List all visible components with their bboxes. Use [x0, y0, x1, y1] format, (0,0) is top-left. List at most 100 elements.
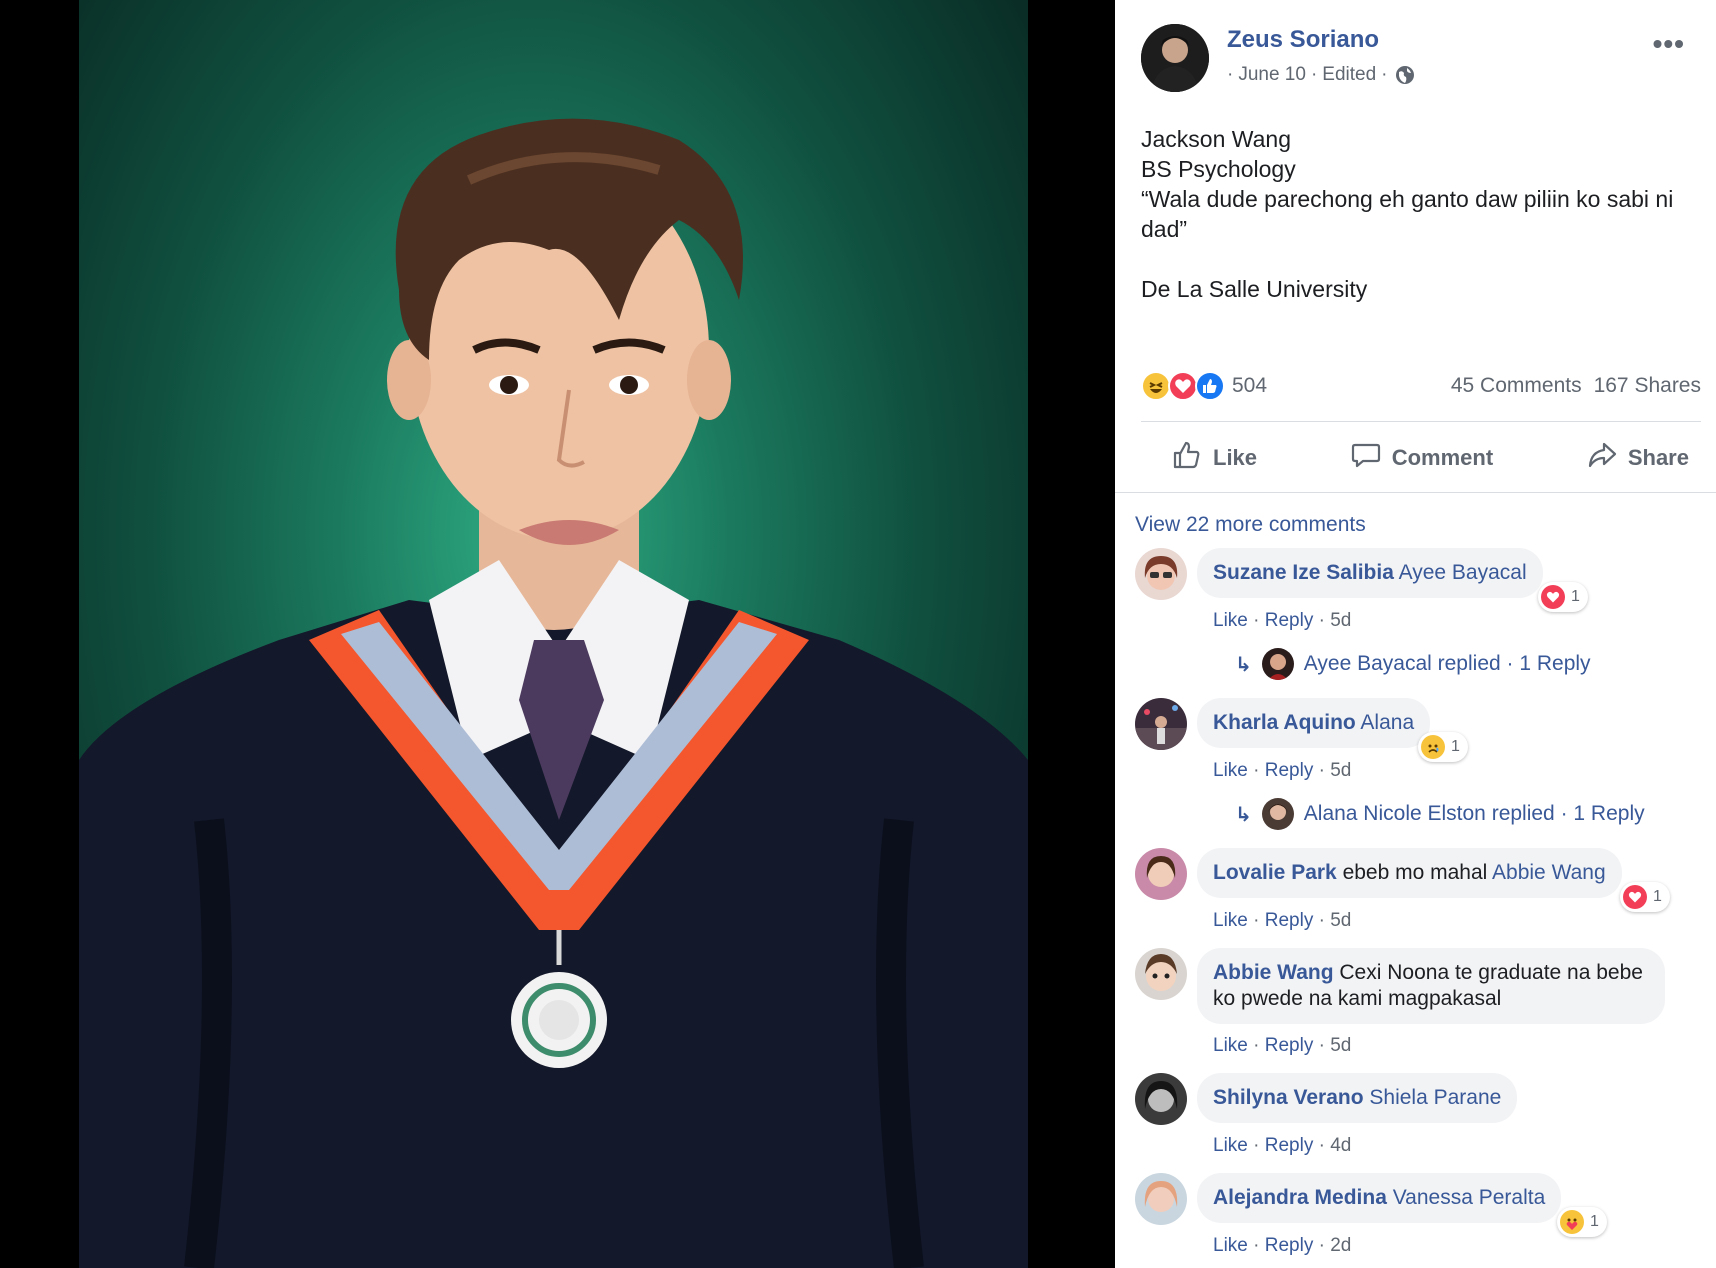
comment-tag[interactable]: Vanessa Peralta	[1393, 1186, 1546, 1209]
comment-reaction-badge[interactable]: 1	[1557, 1207, 1607, 1237]
shares-count[interactable]: 167 Shares	[1594, 374, 1701, 398]
avatar[interactable]	[1135, 948, 1187, 1000]
graduation-portrait-illustration	[79, 118, 1028, 1268]
reactions-summary[interactable]: 504	[1141, 371, 1267, 401]
comment: Abbie Wang Cexi Noona te graduate na beb…	[1135, 948, 1705, 1058]
avatar[interactable]	[1135, 698, 1187, 750]
love-icon	[1623, 885, 1647, 909]
sep: ·	[1253, 910, 1260, 931]
comment-reply-link[interactable]: Reply	[1265, 760, 1314, 781]
comment-time[interactable]: 4d	[1330, 1135, 1351, 1156]
view-more-comments-link[interactable]: View 22 more comments	[1135, 513, 1366, 537]
author-name[interactable]: Zeus Soriano	[1227, 26, 1379, 54]
comment-text: ebeb mo mahal	[1342, 861, 1488, 884]
comment-time[interactable]: 5d	[1330, 910, 1351, 931]
sep: ·	[1318, 910, 1325, 931]
comment-like-link[interactable]: Like	[1213, 1235, 1248, 1256]
stats-counts: 45 Comments 167 Shares	[1451, 374, 1701, 398]
view-replies-link[interactable]: ↳ Ayee Bayacal replied · 1 Reply	[1235, 648, 1591, 680]
more-options-button[interactable]: •••	[1653, 28, 1685, 60]
share-label: Share	[1627, 445, 1689, 470]
comment-tag[interactable]: Abbie Wang	[1492, 861, 1606, 884]
divider	[1141, 421, 1701, 422]
reaction-count: 1	[1451, 738, 1460, 755]
comment-tag[interactable]: Ayee Bayacal	[1399, 561, 1527, 584]
share-button[interactable]: Share	[1586, 439, 1689, 477]
sep: ·	[1253, 760, 1260, 781]
comment-reaction-badge[interactable]: 1	[1538, 582, 1588, 612]
comment-reaction-badge[interactable]: 1	[1418, 732, 1468, 762]
post-photo[interactable]	[79, 0, 1028, 1268]
sep: ·	[1253, 610, 1260, 631]
globe-icon[interactable]	[1395, 65, 1415, 85]
comment-time[interactable]: 5d	[1330, 610, 1351, 631]
post-line	[1141, 244, 1681, 274]
comment-author[interactable]: Lovalie Park	[1213, 861, 1337, 884]
sep: ·	[1253, 1135, 1260, 1156]
replies-label: Ayee Bayacal replied · 1 Reply	[1303, 652, 1591, 675]
comment-tag[interactable]: Shiela Parane	[1369, 1086, 1501, 1109]
comment-reply-link[interactable]: Reply	[1265, 1035, 1314, 1056]
comment-actions: Like · Reply · 4d	[1213, 1135, 1351, 1157]
author-avatar[interactable]	[1141, 24, 1209, 92]
reply-arrow-icon: ↳	[1235, 803, 1252, 826]
comment-actions: Like · Reply · 5d	[1213, 910, 1351, 932]
post-line: De La Salle University	[1141, 276, 1368, 302]
sad-icon	[1421, 735, 1445, 759]
avatar	[1261, 798, 1294, 830]
comment-like-link[interactable]: Like	[1213, 910, 1248, 931]
comment-reply-link[interactable]: Reply	[1265, 910, 1314, 931]
avatar[interactable]	[1135, 848, 1187, 900]
avatar[interactable]	[1135, 1073, 1187, 1125]
comment-reaction-badge[interactable]: 1	[1620, 882, 1670, 912]
like-label: Like	[1213, 445, 1258, 470]
reply-arrow-icon: ↳	[1235, 653, 1252, 676]
sep: ·	[1318, 1135, 1325, 1156]
comment-like-link[interactable]: Like	[1213, 1035, 1248, 1056]
comment-label: Comment	[1391, 445, 1494, 470]
post-header: Zeus Soriano · June 10 · Edited · •••	[1141, 24, 1701, 94]
post-line: BS Psychology	[1141, 156, 1296, 182]
share-icon	[1586, 439, 1618, 477]
comment-author[interactable]: Alejandra Medina	[1213, 1186, 1387, 1209]
meta-sep: ·	[1227, 64, 1234, 85]
comment: Lovalie Park ebeb mo mahal Abbie Wang 1 …	[1135, 848, 1705, 931]
comment: Shilyna Verano Shiela Parane Like · Repl…	[1135, 1073, 1705, 1156]
sep: ·	[1318, 760, 1325, 781]
comment-time[interactable]: 2d	[1330, 1235, 1351, 1256]
comment-bubble: Abbie Wang Cexi Noona te graduate na beb…	[1197, 948, 1665, 1024]
reaction-count[interactable]: 504	[1232, 374, 1267, 398]
comment-actions: Like · Reply · 5d	[1213, 610, 1351, 632]
edited-label[interactable]: Edited	[1322, 64, 1376, 86]
sep: ·	[1253, 1235, 1260, 1256]
comment-reply-link[interactable]: Reply	[1265, 1135, 1314, 1156]
like-icon	[1171, 439, 1203, 477]
comment-author[interactable]: Kharla Aquino	[1213, 711, 1356, 734]
sep: ·	[1318, 610, 1325, 631]
comment-like-link[interactable]: Like	[1213, 760, 1248, 781]
comments-count[interactable]: 45 Comments	[1451, 374, 1582, 398]
comment-bubble: Lovalie Park ebeb mo mahal Abbie Wang	[1197, 848, 1622, 898]
avatar[interactable]	[1135, 548, 1187, 600]
avatar	[1261, 648, 1294, 680]
post-side-panel: Zeus Soriano · June 10 · Edited · ••• Ja…	[1115, 0, 1716, 1268]
comment-button[interactable]: Comment	[1350, 439, 1493, 477]
view-replies-link[interactable]: ↳ Alana Nicole Elston replied · 1 Reply	[1235, 798, 1645, 830]
comment-like-link[interactable]: Like	[1213, 610, 1248, 631]
post-date[interactable]: June 10	[1238, 64, 1306, 86]
comment-bubble: Kharla Aquino Alana	[1197, 698, 1431, 748]
meta-sep: ·	[1381, 64, 1388, 85]
comment-tag[interactable]: Alana	[1360, 711, 1414, 734]
comment-author[interactable]: Shilyna Verano	[1213, 1086, 1364, 1109]
comment-reply-link[interactable]: Reply	[1265, 610, 1314, 631]
comment-time[interactable]: 5d	[1330, 760, 1351, 781]
comment-author[interactable]: Abbie Wang	[1213, 961, 1334, 984]
avatar[interactable]	[1135, 1173, 1187, 1225]
post-line: “Wala dude parechong eh ganto daw piliin…	[1141, 186, 1674, 242]
comment-reply-link[interactable]: Reply	[1265, 1235, 1314, 1256]
comment-author[interactable]: Suzane Ize Salibia	[1213, 561, 1394, 584]
like-button[interactable]: Like	[1171, 439, 1257, 477]
comment-like-link[interactable]: Like	[1213, 1135, 1248, 1156]
comment-actions: Like · Reply · 2d	[1213, 1235, 1351, 1257]
comment-time[interactable]: 5d	[1330, 1035, 1351, 1056]
